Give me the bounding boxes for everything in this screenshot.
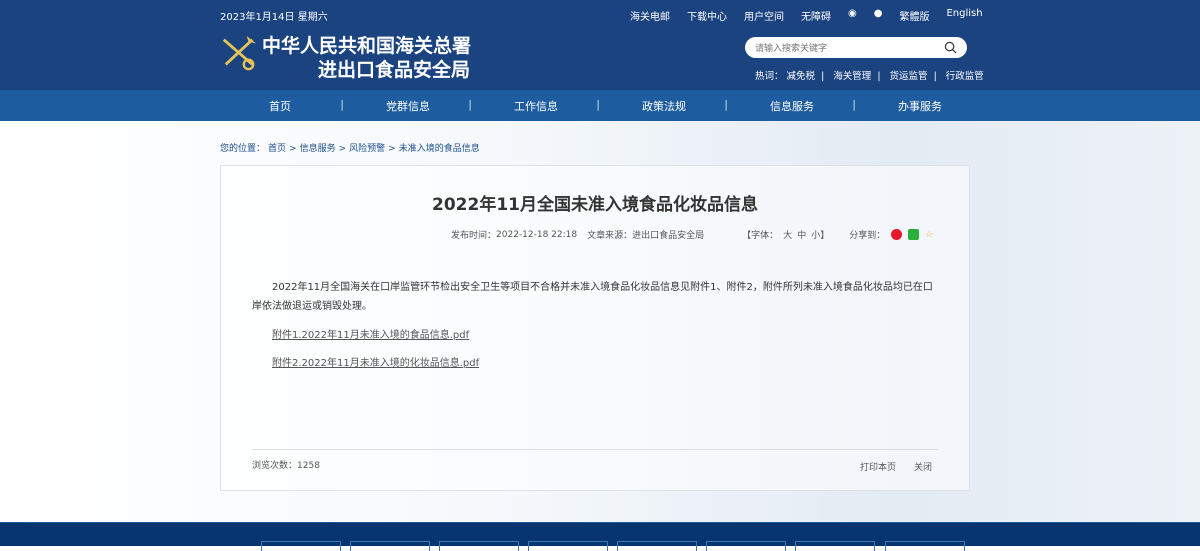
link-download[interactable]: 下载中心 <box>687 8 727 23</box>
crumb-info[interactable]: 信息服务 <box>300 144 336 154</box>
share-weibo-icon[interactable] <box>891 229 903 240</box>
article-meta: 发布时间： 2022-12-18 22:18 文章来源： 进出口食品安全局 【字体：… <box>451 228 934 241</box>
footer-link-box[interactable] <box>795 541 875 551</box>
link-user-space[interactable]: 用户空间 <box>744 8 784 23</box>
main-nav: 首页 党群信息 工作信息 政策法规 信息服务 办事服务 <box>0 90 1200 121</box>
site-logo[interactable]: 中华人民共和国海关总署 进出口食品安全局 <box>220 34 471 82</box>
search-icon[interactable] <box>944 41 957 54</box>
breadcrumb: 您的位置： 首页 > 信息服务 > 风险预警 > 未准入境的食品信息 <box>220 144 480 154</box>
link-accessibility[interactable]: 无障碍 <box>801 8 831 23</box>
search-box <box>745 37 967 58</box>
attachment-link[interactable]: 附件1.2022年11月未准入境的食品信息.pdf <box>272 326 469 341</box>
footer-link-box[interactable] <box>885 541 965 551</box>
nav-work[interactable]: 工作信息 <box>472 98 600 114</box>
close-button[interactable]: 关闭 <box>914 463 932 473</box>
customs-emblem-icon <box>222 35 257 71</box>
article-box: 2022年11月全国未准入境食品化妆品信息 发布时间： 2022-12-18 22… <box>220 165 970 491</box>
crumb-home[interactable]: 首页 <box>268 144 286 154</box>
share-wechat-icon[interactable] <box>908 229 920 240</box>
link-english[interactable]: English <box>946 8 982 23</box>
footer <box>0 522 1200 551</box>
current-date: 2023年1月14日 星期六 <box>220 12 328 23</box>
wechat-icon[interactable]: ● <box>874 8 883 23</box>
favorite-star-icon[interactable]: ☆ <box>925 230 933 240</box>
hot-word[interactable]: 货运监管 <box>890 71 928 82</box>
search-input[interactable] <box>755 42 944 53</box>
weibo-icon[interactable]: ◉ <box>848 8 857 23</box>
nav-party[interactable]: 党群信息 <box>344 98 472 114</box>
hot-words: 热词： 减免税 | 海关管理 | 货运监管 | 行政监管 <box>755 71 984 82</box>
print-button[interactable]: 打印本页 <box>860 463 896 473</box>
footer-link-box[interactable] <box>439 541 519 551</box>
footer-link-box[interactable] <box>528 541 608 551</box>
footer-link-box[interactable] <box>706 541 786 551</box>
publish-time: 2022-12-18 22:18 <box>496 229 578 240</box>
link-email[interactable]: 海关电邮 <box>630 8 670 23</box>
attachment-link[interactable]: 附件2.2022年11月未准入境的化妆品信息.pdf <box>272 354 479 369</box>
nav-affairs[interactable]: 办事服务 <box>856 98 984 114</box>
nav-home[interactable]: 首页 <box>216 98 344 114</box>
font-large[interactable]: 大 <box>783 228 792 241</box>
logo-line1: 中华人民共和国海关总署 <box>262 35 472 57</box>
logo-line2: 进出口食品安全局 <box>318 59 471 81</box>
crumb-risk[interactable]: 风险预警 <box>349 144 385 154</box>
nav-policy[interactable]: 政策法规 <box>600 98 728 114</box>
hot-word[interactable]: 减免税 <box>787 71 816 82</box>
source: 进出口食品安全局 <box>632 231 705 241</box>
view-count: 浏览次数：1258 <box>252 461 320 471</box>
header: 2023年1月14日 星期六 中华人民共和国海关总署 进出口食品安全局 海关电邮 … <box>0 0 1200 90</box>
hot-word[interactable]: 海关管理 <box>833 71 871 82</box>
crumb-current[interactable]: 未准入境的食品信息 <box>399 144 480 154</box>
hot-word[interactable]: 行政监管 <box>946 71 984 82</box>
footer-link-box[interactable] <box>261 541 341 551</box>
footer-link-box[interactable] <box>350 541 430 551</box>
footer-link-box[interactable] <box>617 541 697 551</box>
article-title: 2022年11月全国未准入境食品化妆品信息 <box>432 195 758 215</box>
article-body: 2022年11月全国海关在口岸监管环节检出安全卫生等项目不合格并未准入境食品化妆… <box>252 282 933 312</box>
top-links: 海关电邮 下载中心 用户空间 无障碍 ◉ ● 繁體版 English <box>630 8 1000 23</box>
nav-info-service[interactable]: 信息服务 <box>728 98 856 114</box>
divider <box>252 449 938 450</box>
font-small[interactable]: 小 <box>811 228 820 241</box>
font-medium[interactable]: 中 <box>797 228 806 241</box>
link-traditional[interactable]: 繁體版 <box>899 8 929 23</box>
